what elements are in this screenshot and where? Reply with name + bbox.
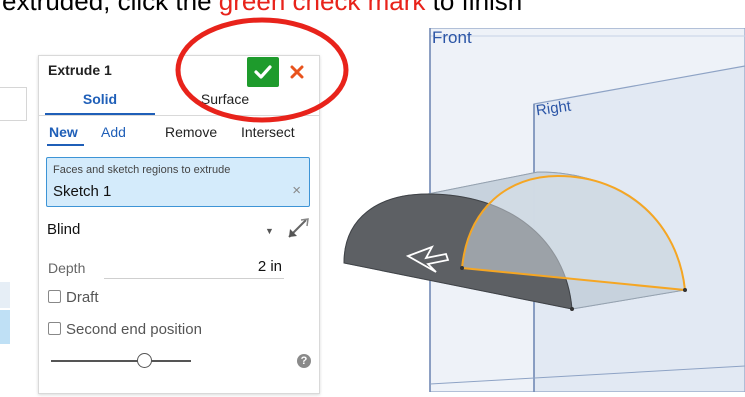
graphics-viewport[interactable]: Front Right [318,27,745,393]
left-list-item-selected[interactable] [0,310,10,344]
body-type-tabs: Solid Surface [39,91,319,116]
flip-direction-icon[interactable] [284,217,310,243]
cancel-button[interactable] [285,60,309,84]
op-intersect[interactable]: Intersect [241,124,295,140]
selection-field[interactable]: Faces and sketch regions to extrude Sket… [46,157,310,207]
extrude-dialog: Extrude 1 Solid Surface New Add Remove I… [38,55,320,394]
depth-input[interactable]: 2 in [104,256,284,279]
instruction-highlight: green check mark [218,0,426,16]
profile-vertex [683,288,687,292]
tab-solid[interactable]: Solid [45,91,155,115]
selection-label: Faces and sketch regions to extrude [53,164,231,176]
slider-handle[interactable] [137,353,152,368]
second-end-label: Second end position [66,321,202,338]
draft-checkbox[interactable] [48,290,61,303]
depth-value: 2 in [257,258,282,275]
depth-label: Depth [48,260,86,276]
close-icon [290,65,304,79]
selection-value: Sketch 1 [53,183,112,200]
profile-vertex [460,266,464,270]
op-remove[interactable]: Remove [165,124,217,140]
draft-label: Draft [66,289,99,306]
checkmark-icon [254,65,272,79]
second-end-checkbox[interactable] [48,322,61,335]
op-add[interactable]: Add [101,124,126,140]
tab-surface[interactable]: Surface [165,91,285,113]
left-input-box[interactable] [0,87,27,121]
accept-button[interactable] [247,57,279,87]
clear-selection-icon[interactable]: × [292,182,301,199]
operation-tabs: New Add Remove Intersect [39,124,319,148]
instruction-text: extruded, click the green check mark to … [2,0,522,17]
help-icon[interactable]: ? [297,354,311,368]
left-list-item[interactable] [0,282,10,308]
viewport-scene [343,27,745,393]
op-new[interactable]: New [47,124,84,146]
end-type-dropdown[interactable]: Blind [47,221,287,243]
chevron-down-icon[interactable]: ▼ [265,226,274,236]
slider-track [51,360,191,362]
detail-slider[interactable] [51,353,191,369]
draft-checkbox-row[interactable]: Draft [48,289,99,306]
body-vertex [570,307,574,311]
front-plane-label: Front [432,28,472,47]
dialog-title: Extrude 1 [48,62,112,78]
second-end-checkbox-row[interactable]: Second end position [48,321,202,338]
